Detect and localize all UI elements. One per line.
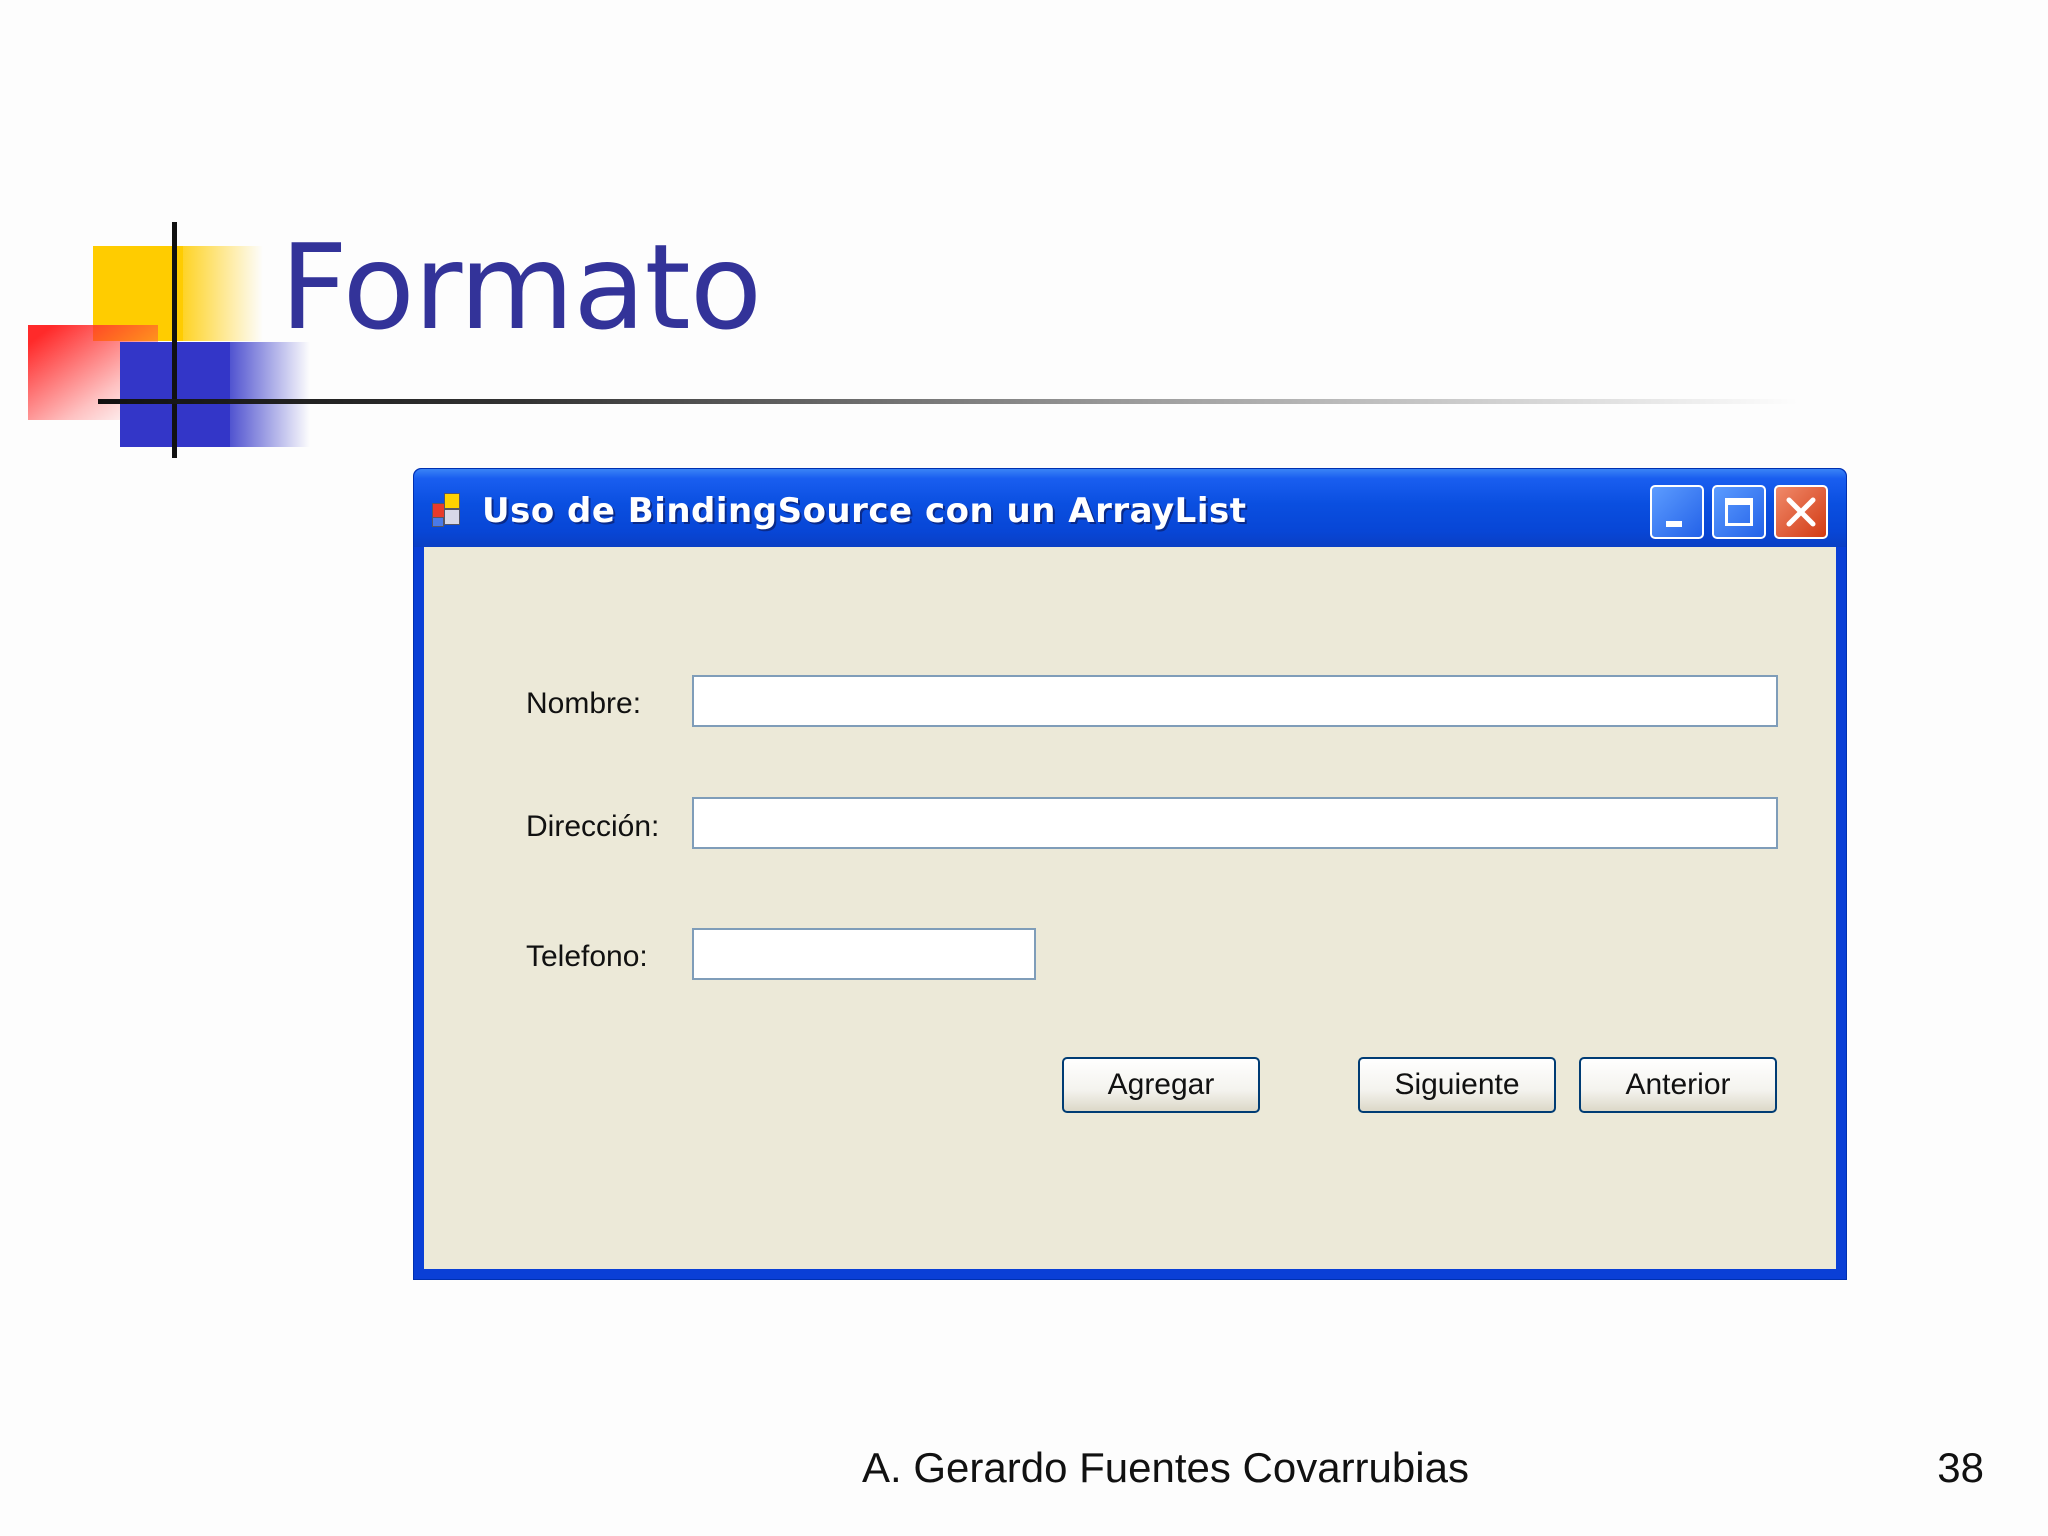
- slide-title: Formato: [280, 218, 762, 356]
- anterior-button[interactable]: Anterior: [1579, 1057, 1777, 1113]
- close-button[interactable]: [1774, 485, 1828, 539]
- slide-author: A. Gerardo Fuentes Covarrubias: [862, 1444, 1469, 1491]
- maximize-button[interactable]: [1712, 485, 1766, 539]
- nombre-input[interactable]: [692, 675, 1778, 727]
- minimize-icon: [1666, 521, 1682, 527]
- maximize-icon: [1725, 498, 1753, 526]
- decoration-yellow-fade: [183, 246, 263, 341]
- decoration-vertical-line: [172, 222, 177, 458]
- agregar-button[interactable]: Agregar: [1062, 1057, 1260, 1113]
- siguiente-button[interactable]: Siguiente: [1358, 1057, 1556, 1113]
- direccion-input[interactable]: [692, 797, 1778, 849]
- app-window: Uso de BindingSource con un ArrayList No…: [413, 468, 1847, 1280]
- nombre-label: Nombre:: [526, 687, 642, 720]
- minimize-button[interactable]: [1650, 485, 1704, 539]
- title-underline: [98, 399, 1798, 404]
- application-icon[interactable]: [432, 493, 468, 529]
- telefono-input[interactable]: [692, 928, 1036, 980]
- window-titlebar[interactable]: Uso de BindingSource con un ArrayList: [414, 469, 1846, 547]
- direccion-label: Dirección:: [526, 810, 660, 843]
- telefono-label: Telefono:: [526, 940, 648, 973]
- window-title: Uso de BindingSource con un ArrayList: [482, 491, 1247, 531]
- slide-page-number: 38: [1937, 1444, 1984, 1491]
- window-client-area: Nombre: Dirección: Telefono: Agregar Sig…: [424, 547, 1836, 1269]
- close-icon: [1786, 497, 1816, 527]
- decoration-blue-fade: [230, 342, 310, 447]
